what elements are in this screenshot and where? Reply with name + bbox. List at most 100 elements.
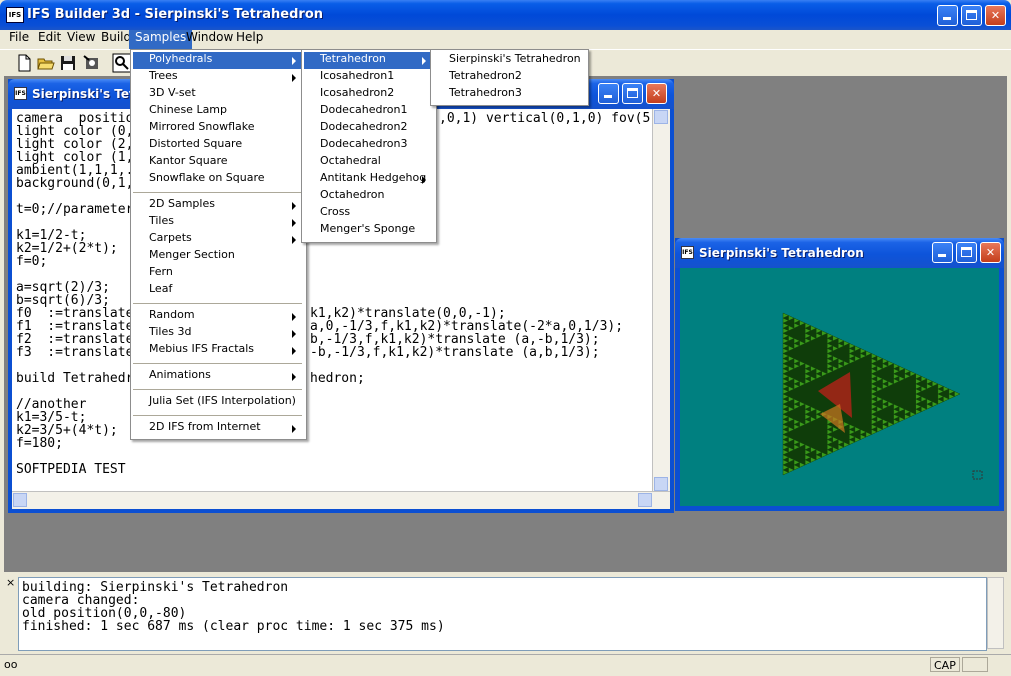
code-line-fragment: ,0,1) vertical(0,1,0) fov(5 xyxy=(439,111,651,126)
menu-item-sierpinskis-tetrahedron[interactable]: Sierpinski's Tetrahedron xyxy=(433,52,584,69)
output-close-icon[interactable]: × xyxy=(6,576,15,589)
viewer-window: IFS Sierpinski's Tetrahedron ✕ xyxy=(675,238,1004,511)
code-line-fragment: hedron; xyxy=(310,371,365,386)
zoom-icon[interactable] xyxy=(112,53,132,73)
samples-menu: Polyhedrals Trees 3D V-set Chinese Lamp … xyxy=(130,49,307,440)
viewer-title: Sierpinski's Tetrahedron xyxy=(699,246,864,260)
submenu-arrow-icon xyxy=(292,313,296,321)
editor-maximize-button[interactable] xyxy=(622,83,643,104)
menu-item-fern[interactable]: Fern xyxy=(133,265,302,282)
code-line-fragment: -b,-1/3,f,k1,k2)*translate (a,b,1/3); xyxy=(310,345,600,360)
menu-item-kantor-square[interactable]: Kantor Square xyxy=(133,154,302,171)
code-line: f=0; xyxy=(16,254,48,269)
editor-vertical-scrollbar[interactable] xyxy=(652,109,670,492)
menu-item-dodecahedron1[interactable]: Dodecahedron1 xyxy=(304,103,432,120)
menu-separator xyxy=(133,389,302,390)
menu-item-icosahedron2[interactable]: Icosahedron2 xyxy=(304,86,432,103)
menu-item-cross[interactable]: Cross xyxy=(304,205,432,222)
submenu-arrow-icon xyxy=(292,425,296,433)
scroll-down-arrow[interactable] xyxy=(654,477,668,491)
output-scrollbar[interactable] xyxy=(987,577,1004,649)
menu-help[interactable]: Help xyxy=(230,30,269,49)
status-bar: oo CAP xyxy=(0,654,1011,676)
submenu-arrow-icon xyxy=(292,202,296,210)
submenu-arrow-icon xyxy=(422,57,426,65)
editor-horizontal-scrollbar[interactable] xyxy=(12,491,670,509)
menu-item-carpets[interactable]: Carpets xyxy=(133,231,302,248)
menu-item-octahedron[interactable]: Octahedron xyxy=(304,188,432,205)
menu-item-antitank-hedgehog[interactable]: Antitank Hedgehog xyxy=(304,171,432,188)
menu-item-2d-ifs-from-internet[interactable]: 2D IFS from Internet xyxy=(133,420,302,437)
menu-item-leaf[interactable]: Leaf xyxy=(133,282,302,299)
status-field-empty xyxy=(962,657,988,672)
log-line: finished: 1 sec 687 ms (clear proc time:… xyxy=(22,619,445,634)
tetrahedron-submenu: Sierpinski's Tetrahedron Tetrahedron2 Te… xyxy=(430,49,589,106)
scroll-left-arrow[interactable] xyxy=(13,493,27,507)
scroll-right-arrow[interactable] xyxy=(638,493,652,507)
scroll-up-arrow[interactable] xyxy=(654,110,668,124)
menu-item-snowflake-on-square[interactable]: Snowflake on Square xyxy=(133,171,302,188)
code-line: t=0;//parameter xyxy=(16,202,134,217)
menu-item-mengers-sponge[interactable]: Menger's Sponge xyxy=(304,222,432,239)
submenu-arrow-icon xyxy=(292,57,296,65)
maximize-button[interactable] xyxy=(961,5,982,26)
submenu-arrow-icon xyxy=(422,176,426,184)
menu-item-menger-section[interactable]: Menger Section xyxy=(133,248,302,265)
close-button[interactable]: ✕ xyxy=(985,5,1006,26)
new-file-icon[interactable] xyxy=(14,53,34,73)
menu-item-animations[interactable]: Animations xyxy=(133,368,302,385)
window-title: IFS Builder 3d - Sierpinski's Tetrahedro… xyxy=(27,7,324,22)
editor-close-button[interactable]: ✕ xyxy=(646,83,667,104)
viewer-title-bar[interactable]: IFS Sierpinski's Tetrahedron ✕ xyxy=(675,238,1004,268)
menu-item-icosahedron1[interactable]: Icosahedron1 xyxy=(304,69,432,86)
menu-item-octahedral[interactable]: Octahedral xyxy=(304,154,432,171)
minimize-button[interactable] xyxy=(937,5,958,26)
menu-item-tiles-3d[interactable]: Tiles 3d xyxy=(133,325,302,342)
menu-item-random[interactable]: Random xyxy=(133,308,302,325)
menu-separator xyxy=(133,363,302,364)
code-line: f3 :=translate( xyxy=(16,345,142,360)
submenu-arrow-icon xyxy=(292,236,296,244)
submenu-arrow-icon xyxy=(292,330,296,338)
menu-item-julia-set[interactable]: Julia Set (IFS Interpolation) xyxy=(133,394,302,411)
menu-item-3d-v-set[interactable]: 3D V-set xyxy=(133,86,302,103)
code-line: f=180; xyxy=(16,436,63,451)
menu-item-trees[interactable]: Trees xyxy=(133,69,302,86)
fractal-viewport[interactable] xyxy=(680,268,999,506)
output-log[interactable]: building: Sierpinski's Tetrahedron camer… xyxy=(18,577,987,651)
menu-item-polyhedrals[interactable]: Polyhedrals xyxy=(133,52,302,69)
menu-item-2d-samples[interactable]: 2D Samples xyxy=(133,197,302,214)
menu-item-dodecahedron2[interactable]: Dodecahedron2 xyxy=(304,120,432,137)
menu-separator xyxy=(133,415,302,416)
open-folder-icon[interactable] xyxy=(36,53,56,73)
menu-file[interactable]: File xyxy=(3,30,35,49)
status-text: oo xyxy=(4,658,18,671)
app-icon: IFS xyxy=(6,7,24,23)
menu-item-dodecahedron3[interactable]: Dodecahedron3 xyxy=(304,137,432,154)
menu-item-tiles[interactable]: Tiles xyxy=(133,214,302,231)
main-title-bar[interactable]: IFS IFS Builder 3d - Sierpinski's Tetrah… xyxy=(0,0,1011,30)
submenu-arrow-icon xyxy=(292,347,296,355)
menu-item-distorted-square[interactable]: Distorted Square xyxy=(133,137,302,154)
sierpinski-tetrahedron-render xyxy=(782,312,983,480)
menu-separator xyxy=(133,192,302,193)
menu-item-mebius-ifs-fractals[interactable]: Mebius IFS Fractals xyxy=(133,342,302,359)
save-icon[interactable] xyxy=(58,53,78,73)
code-line: background(0,1, xyxy=(16,176,134,191)
editor-minimize-button[interactable] xyxy=(598,83,619,104)
menu-item-tetrahedron[interactable]: Tetrahedron xyxy=(304,52,432,69)
viewer-maximize-button[interactable] xyxy=(956,242,977,263)
menu-bar: File Edit View Build Samples Window Help xyxy=(0,30,1011,49)
submenu-arrow-icon xyxy=(292,373,296,381)
submenu-arrow-icon xyxy=(292,74,296,82)
build-icon[interactable] xyxy=(82,53,102,73)
menu-item-chinese-lamp[interactable]: Chinese Lamp xyxy=(133,103,302,120)
viewer-minimize-button[interactable] xyxy=(932,242,953,263)
menu-item-tetrahedron3[interactable]: Tetrahedron3 xyxy=(433,86,584,103)
menu-item-tetrahedron2[interactable]: Tetrahedron2 xyxy=(433,69,584,86)
viewer-close-button[interactable]: ✕ xyxy=(980,242,1001,263)
polyhedrals-submenu: Tetrahedron Icosahedron1 Icosahedron2 Do… xyxy=(301,49,437,243)
menu-item-mirrored-snowflake[interactable]: Mirrored Snowflake xyxy=(133,120,302,137)
menu-separator xyxy=(133,303,302,304)
cursor-marker xyxy=(972,470,983,480)
